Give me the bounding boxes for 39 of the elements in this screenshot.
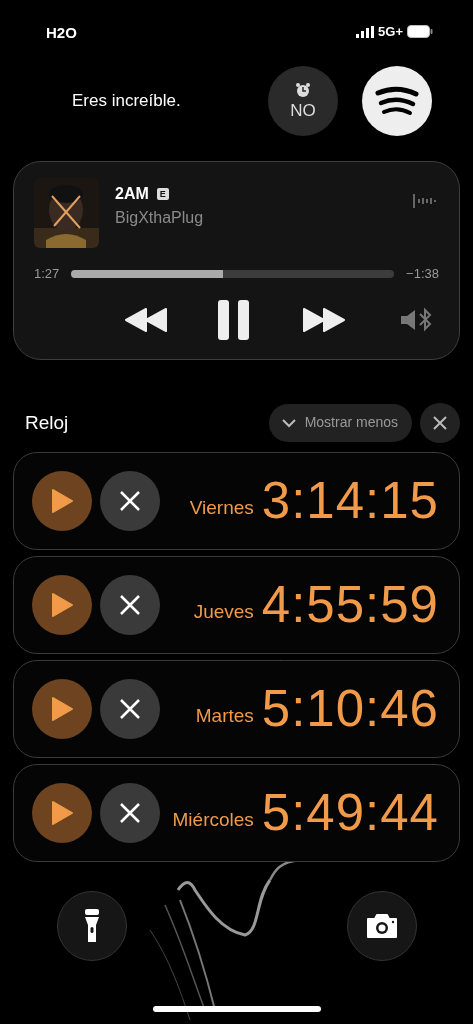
close-icon [433,415,447,430]
waveform-icon [413,194,439,209]
artist-name: BigXthaPlug [115,208,205,229]
timer-time: 5:10:46 [261,683,439,735]
timer-time: 4:55:59 [261,579,439,631]
section-title: Reloj [25,410,69,435]
chevron-down-icon [280,417,297,428]
close-icon [119,489,141,512]
battery-icon [407,25,433,39]
play-icon [50,799,74,826]
timer-label: Viernes [189,495,254,520]
remaining-time: −1:38 [406,265,439,284]
song-title: 2AM [115,184,149,205]
greeting-text: Eres increíble. [72,89,181,112]
carrier-name: H2O [46,23,77,43]
progress-track[interactable] [71,269,395,278]
timer-label: Miércoles [172,807,254,832]
elapsed-time: 1:27 [34,265,60,284]
camera-icon [366,912,398,939]
flashlight-icon [85,908,99,943]
pause-button[interactable] [218,299,250,340]
close-icon [119,801,141,824]
signal-icon [356,25,375,38]
rewind-button[interactable] [124,306,168,333]
play-icon [50,591,74,618]
alarm-clock-icon [295,82,311,98]
timer-label: Martes [195,703,254,728]
play-icon [50,695,74,722]
timer-time: 3:14:15 [261,475,439,527]
close-icon [119,593,141,616]
sound-waves-icon [375,84,419,117]
play-icon [50,487,74,514]
close-icon [119,697,141,720]
timer-label: Jueves [193,599,254,624]
network-type: 5G+ [378,23,403,41]
explicit-badge: E [156,188,169,201]
show-less-button[interactable]: Mostrar menos [268,403,412,442]
timer-time: 5:49:44 [261,787,439,839]
fast-forward-button[interactable] [302,306,346,333]
